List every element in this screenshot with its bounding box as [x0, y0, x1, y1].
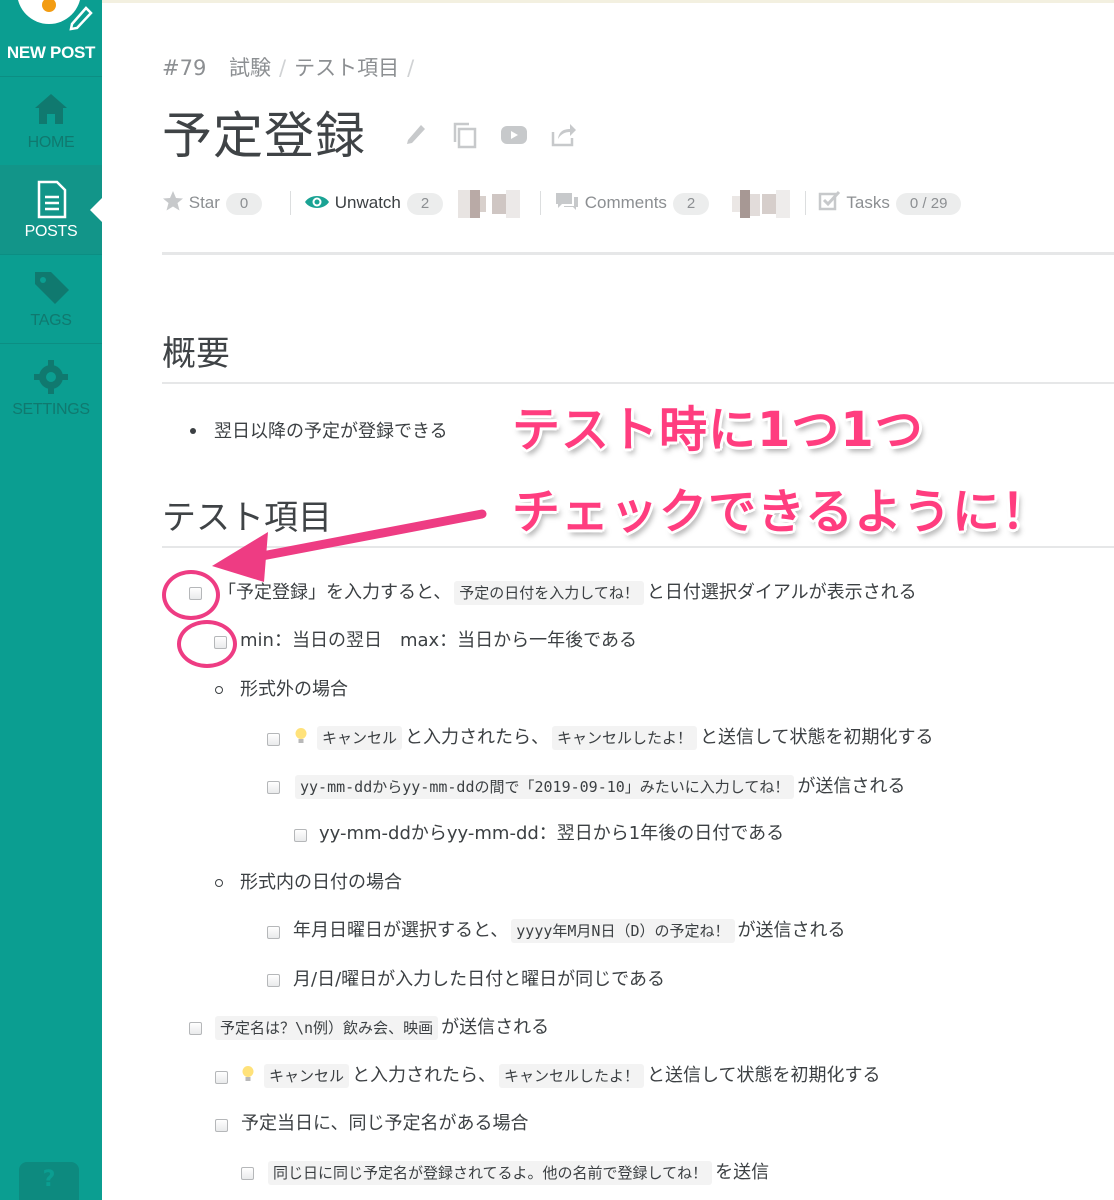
star-count: 0: [225, 192, 263, 215]
task-item: 同じ日に同じ予定名が登録されてるよ。他の名前で登録してね！ を送信: [265, 1160, 769, 1186]
task-checkbox[interactable]: [189, 1022, 202, 1035]
breadcrumb-item[interactable]: テスト項目: [294, 56, 399, 80]
avatar[interactable]: [458, 190, 486, 218]
task-checkbox[interactable]: [241, 1167, 254, 1180]
task-checkbox[interactable]: [294, 829, 307, 842]
task-item: yy-mm-ddからyy-mm-ddの間で「2019-09-10」みたいに入力し…: [292, 774, 905, 800]
divider: [290, 191, 291, 215]
edit-icon[interactable]: [404, 120, 430, 146]
unwatch-button[interactable]: Unwatch 2: [304, 188, 444, 218]
task-checkbox[interactable]: [215, 1119, 228, 1132]
slideshow-icon[interactable]: [500, 124, 528, 146]
avatar[interactable]: [762, 190, 790, 218]
sidebar-item-label: HOME: [27, 134, 75, 151]
task-item: 年月日曜日が選択すると、 yyyy年M月N日（D）の予定ね！ が送信される: [293, 919, 846, 943]
section-heading: 概要: [162, 334, 230, 374]
tasks-count: 0 / 29: [895, 192, 962, 215]
sidebar-item-label: TAGS: [30, 312, 72, 329]
document-icon: [37, 180, 67, 219]
comments-label: Comments: [584, 193, 667, 212]
sidebar-item-tags[interactable]: TAGS: [0, 254, 102, 343]
breadcrumb: #79 試験 / テスト項目 /: [162, 56, 415, 80]
help-button[interactable]: ?: [19, 1162, 79, 1200]
divider: [162, 546, 1114, 548]
sidebar-item-label: SETTINGS: [12, 401, 90, 418]
avatar[interactable]: [732, 190, 760, 218]
bullet: [215, 879, 223, 887]
task-item: キャンセル と入力されたら、 キャンセルしたよ！ と送信して状態を初期化する: [241, 1063, 881, 1089]
list-item: 形式内の日付の場合: [240, 872, 402, 893]
post-meta: Star 0 Unwatch 2 Comments 2 Tasks 0 / 29: [162, 188, 1062, 218]
sidebar-item-label: POSTS: [24, 223, 78, 240]
checkbox-icon: [818, 190, 841, 211]
divider: [540, 191, 541, 215]
divider: [162, 252, 1114, 255]
eye-icon: [305, 196, 329, 208]
active-indicator: [90, 198, 102, 222]
tasks-button[interactable]: Tasks 0 / 29: [818, 188, 962, 218]
top-border: [102, 0, 1114, 3]
task-item: 「予定登録」を入力すると、 予定の日付を入力してね！ と日付選択ダイアルが表示される: [218, 581, 917, 605]
sidebar-item-settings[interactable]: SETTINGS: [0, 343, 102, 432]
star-button[interactable]: Star 0: [162, 188, 263, 218]
task-checkbox[interactable]: [267, 974, 280, 987]
task-item: 予定名は？\n例）飲み会、映画 が送信される: [212, 1015, 549, 1041]
breadcrumb-item[interactable]: 試験: [229, 56, 271, 80]
comments-icon: [556, 193, 578, 210]
task-checkbox[interactable]: [267, 733, 280, 746]
task-checkbox[interactable]: [267, 781, 280, 794]
watch-count: 2: [406, 192, 444, 215]
annotation-text: テスト時に1つ1つ: [512, 402, 924, 458]
new-post-label: NEW POST: [6, 43, 96, 62]
lightbulb-icon: [295, 728, 307, 743]
tasks-label: Tasks: [846, 193, 890, 212]
task-item: min：当日の翌日 max：当日から一年後である: [240, 630, 637, 651]
tag-icon: [35, 272, 69, 304]
highlight-circle: [177, 620, 237, 668]
bullet: [190, 428, 196, 434]
gear-icon: [34, 360, 68, 394]
pencil-icon: [69, 6, 93, 31]
share-icon[interactable]: [550, 120, 578, 148]
unwatch-label: Unwatch: [334, 193, 401, 212]
overview-item: 翌日以降の予定が登録できる: [214, 421, 448, 442]
task-checkbox[interactable]: [215, 1071, 228, 1084]
avatar[interactable]: [492, 190, 520, 218]
new-post-button[interactable]: NEW POST: [0, 0, 102, 76]
sidebar-item-home[interactable]: HOME: [0, 76, 102, 165]
post-number: #79: [162, 56, 207, 80]
lightbulb-icon: [242, 1066, 254, 1081]
annotation-text: チェックできるように！: [512, 484, 1051, 540]
page-title: 予定登録: [162, 107, 366, 165]
task-checkbox[interactable]: [267, 926, 280, 939]
bullet: [215, 686, 223, 694]
sidebar: NEW POST HOME POSTS TAGS SETTINGS ?: [0, 0, 102, 1200]
home-icon: [35, 94, 67, 124]
star-icon: [163, 191, 183, 211]
task-item: キャンセル と入力されたら、 キャンセルしたよ！ と送信して状態を初期化する: [294, 725, 934, 751]
task-item: yy-mm-ddからyy-mm-dd：翌日から1年後の日付である: [319, 823, 785, 844]
highlight-circle: [162, 570, 220, 620]
sidebar-item-posts[interactable]: POSTS: [0, 165, 102, 254]
comments-button[interactable]: Comments 2: [554, 188, 710, 218]
comments-count: 2: [672, 192, 710, 215]
star-label: Star: [188, 193, 220, 212]
task-item: 月/日/曜日が入力した日付と曜日が同じである: [293, 969, 665, 990]
divider: [162, 382, 1114, 384]
copy-icon[interactable]: [450, 120, 480, 150]
section-heading: テスト項目: [162, 498, 332, 538]
task-item: 予定当日に、同じ予定名がある場合: [241, 1113, 529, 1134]
list-item: 形式外の場合: [240, 679, 348, 700]
divider: [805, 191, 806, 215]
